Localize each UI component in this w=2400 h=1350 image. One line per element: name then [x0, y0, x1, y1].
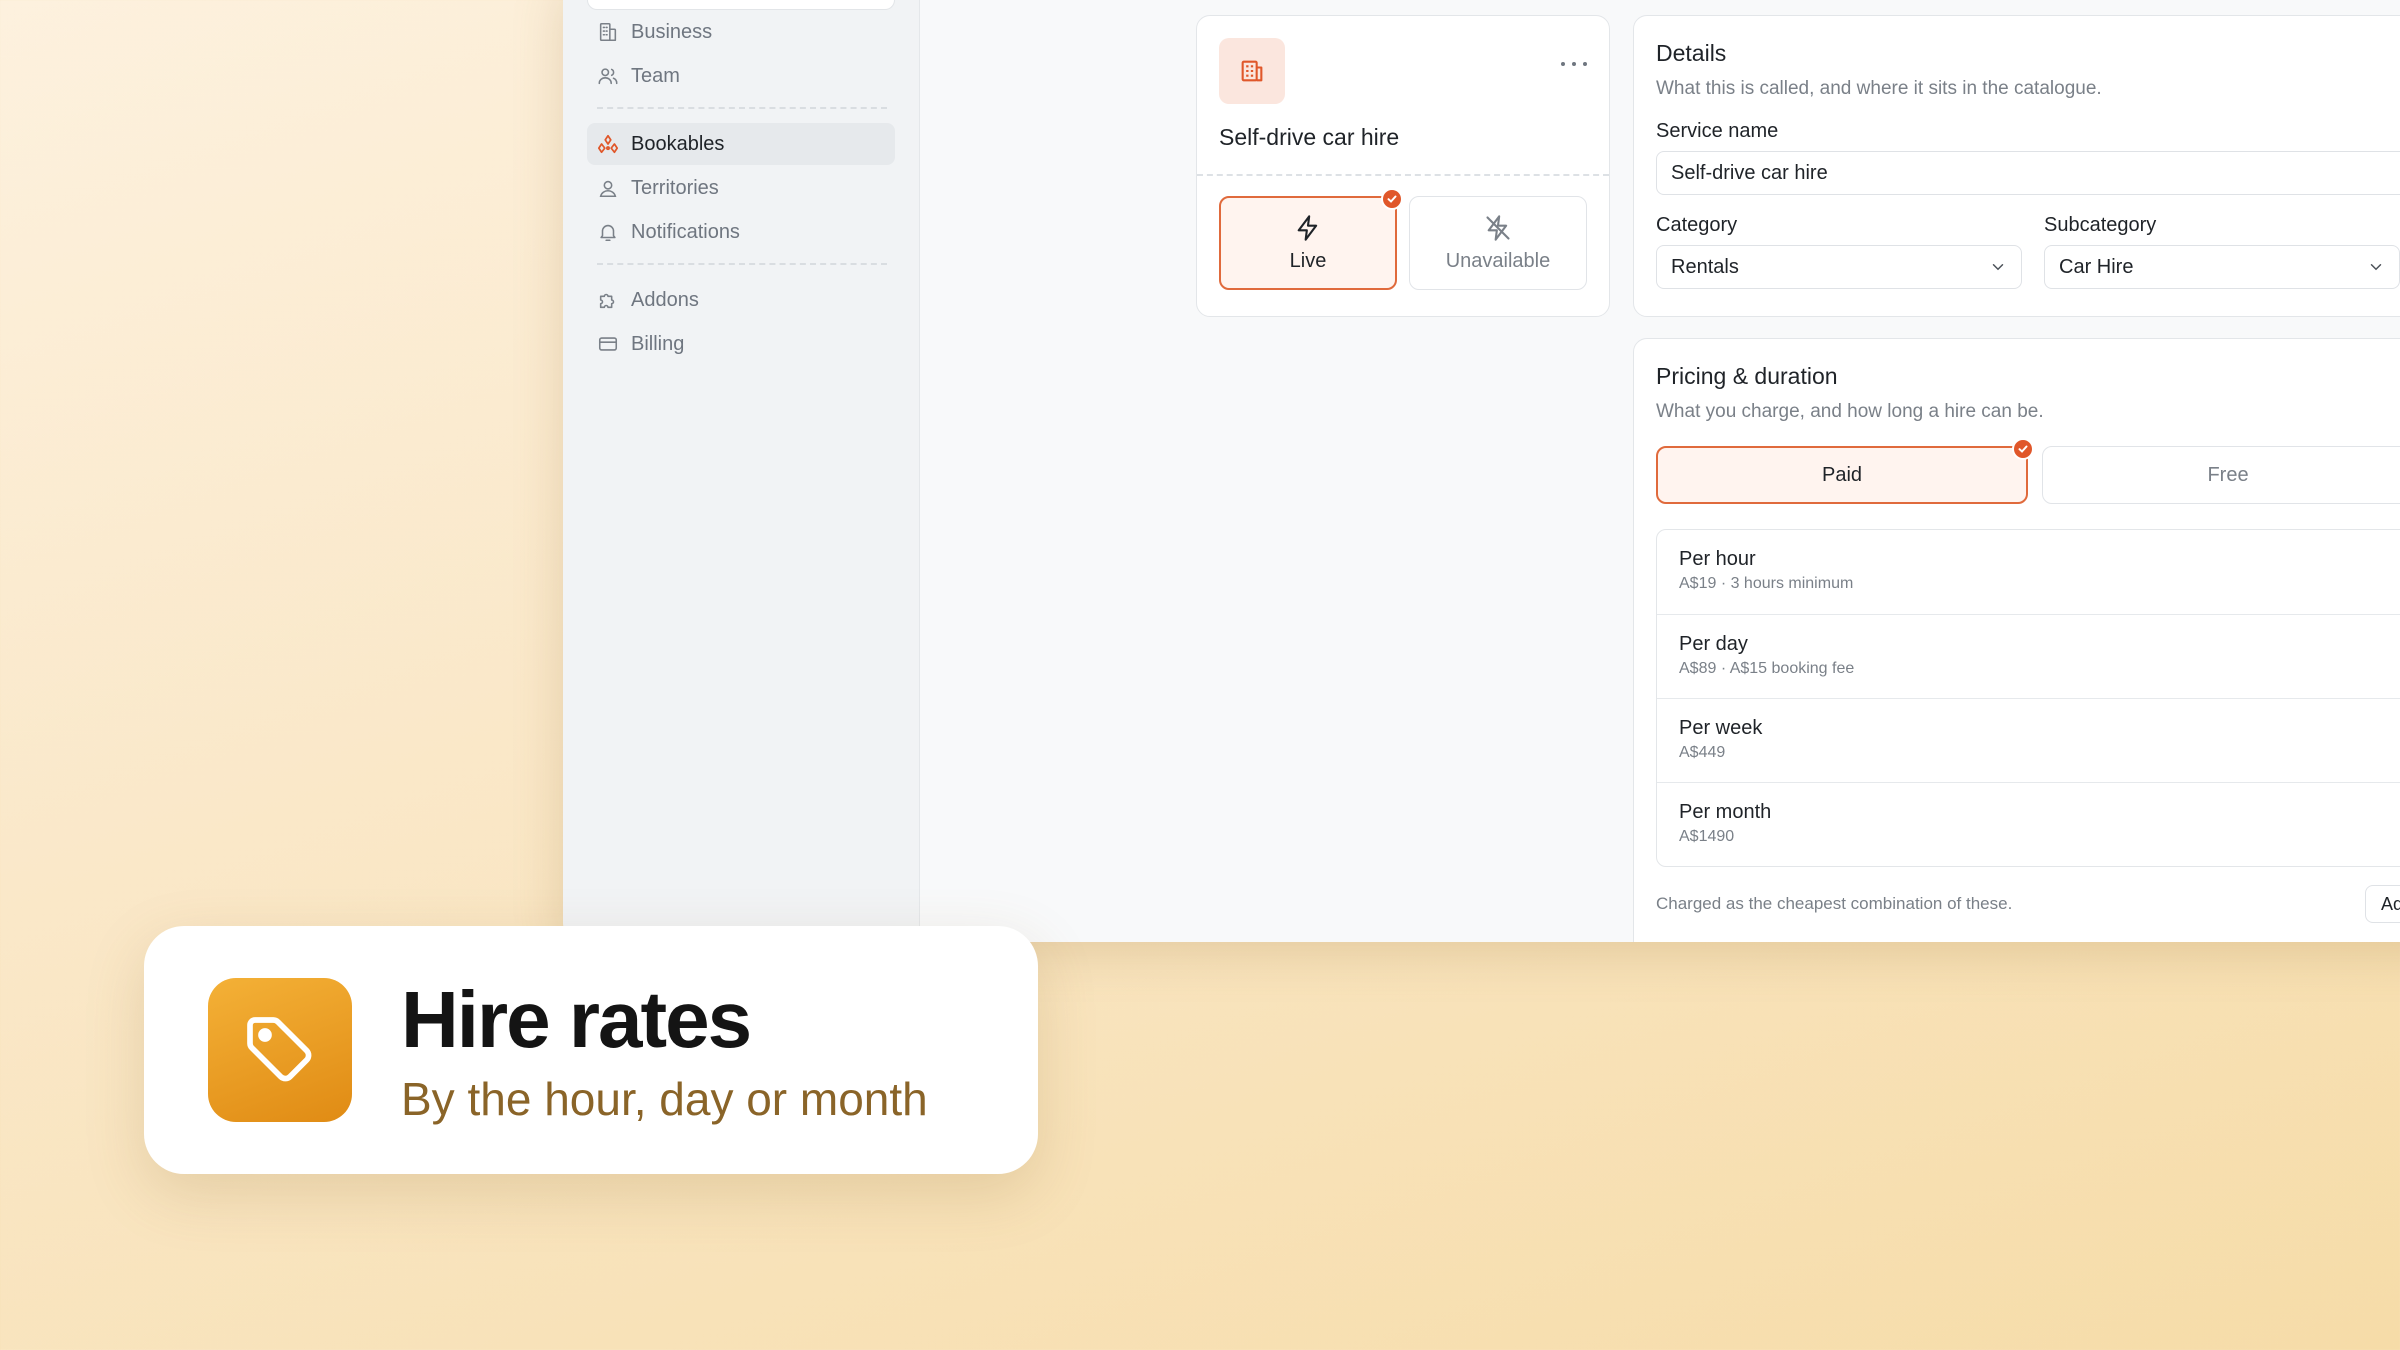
pricing-card: Pricing & duration What you charge, and …: [1633, 338, 2400, 942]
rate-title: Per hour: [1679, 548, 1756, 570]
sidebar-item-label: Notifications: [631, 220, 740, 243]
rate-row-per-day[interactable]: Per day A$89 · A$15 booking fee: [1657, 614, 2400, 698]
service-name: Self-drive car hire: [1219, 124, 1400, 150]
pricing-free-option[interactable]: Free: [2042, 446, 2400, 504]
status-unavailable-label: Unavailable: [1445, 249, 1551, 272]
building-icon: [599, 22, 617, 42]
rate-row-per-week[interactable]: Per week A$449: [1657, 698, 2400, 782]
map-pin-user-icon: [599, 180, 617, 198]
details-subtitle: What this is called, and where it sits i…: [1656, 78, 2102, 99]
rate-title: Per day: [1679, 633, 1748, 655]
feature-subtitle: By the hour, day or month: [401, 1073, 928, 1125]
rate-detail: A$1490: [1679, 828, 1735, 845]
pricing-paid-option[interactable]: Paid: [1656, 438, 2034, 504]
sidebar-item-label: Addons: [631, 288, 699, 311]
chevron-down-icon: [1992, 264, 2004, 271]
card-divider: [1197, 174, 1609, 176]
tag-icon: [247, 1017, 312, 1082]
sidebar-search-field[interactable]: [587, 0, 895, 10]
bell-icon: [600, 224, 616, 242]
service-card: Self-drive car hire Live Unavailable: [1196, 15, 1610, 317]
selected-check-icon: [1381, 188, 1403, 210]
rate-title: Per week: [1679, 717, 1763, 739]
rate-title: Per month: [1679, 801, 1772, 823]
feature-callout: Hire rates By the hour, day or month: [144, 926, 1038, 1174]
sidebar-item-label: Billing: [631, 332, 685, 355]
sidebar-item-label: Bookables: [631, 132, 725, 155]
sidebar-item-team[interactable]: Team: [587, 55, 895, 97]
service-name-value: Self-drive car hire: [1671, 161, 1828, 184]
bookables-icon: [597, 134, 619, 154]
pricing-title: Pricing & duration: [1656, 363, 1838, 389]
app-window: Business Team Bookables Territories Noti…: [563, 0, 2400, 942]
details-card: Details What this is called, and where i…: [1633, 15, 2400, 317]
status-live-option[interactable]: Live: [1219, 188, 1403, 290]
sidebar: Business Team Bookables Territories Noti…: [563, 0, 920, 942]
subcategory-value: Car Hire: [2059, 255, 2134, 278]
service-name-label: Service name: [1656, 120, 1779, 142]
pricing-subtitle: What you charge, and how long a hire can…: [1656, 401, 2044, 422]
details-title: Details: [1656, 40, 1727, 66]
chevron-down-icon: [2370, 264, 2382, 271]
sidebar-item-business[interactable]: Business: [587, 11, 895, 53]
sidebar-divider: [597, 107, 887, 109]
sidebar-item-notifications[interactable]: Notifications: [587, 211, 895, 253]
lightning-off-icon: [1486, 214, 1510, 241]
sidebar-item-billing[interactable]: Billing: [587, 323, 895, 365]
sidebar-item-addons[interactable]: Addons: [587, 279, 895, 321]
category-select[interactable]: Rentals: [1656, 245, 2022, 289]
lightning-icon: [1297, 214, 1318, 241]
rates-list: Per hour A$19 · 3 hours minimum Per day …: [1656, 529, 2400, 867]
service-name-input[interactable]: Self-drive car hire: [1656, 151, 2400, 195]
subcategory-select[interactable]: Car Hire: [2044, 245, 2400, 289]
sidebar-item-label: Team: [631, 64, 680, 87]
selected-check-icon: [2012, 438, 2034, 460]
feature-title: Hire rates: [401, 975, 752, 1064]
status-unavailable-option[interactable]: Unavailable: [1409, 196, 1587, 290]
service-thumbnail: [1219, 38, 1285, 104]
rate-row-per-hour[interactable]: Per hour A$19 · 3 hours minimum: [1657, 530, 2400, 614]
category-value: Rentals: [1671, 255, 1739, 278]
sidebar-divider: [597, 263, 887, 265]
category-label: Category: [1656, 214, 1738, 236]
status-live-label: Live: [1289, 249, 1327, 272]
sidebar-item-label: Business: [631, 20, 713, 43]
add-price-button[interactable]: Add Price: [2365, 885, 2400, 923]
pricing-paid-label: Paid: [1821, 463, 1863, 486]
building-icon: [1241, 60, 1263, 82]
pricing-free-label: Free: [2207, 463, 2249, 486]
puzzle-icon: [599, 293, 615, 309]
pricing-footnote: Charged as the cheapest combination of t…: [1656, 894, 2013, 913]
users-icon: [598, 68, 618, 85]
feature-icon-tile: [208, 978, 352, 1122]
rate-detail: A$19 · 3 hours minimum: [1679, 575, 1854, 592]
rate-detail: A$449: [1679, 744, 1726, 761]
rate-detail: A$89 · A$15 booking fee: [1679, 660, 1855, 677]
credit-card-icon: [598, 337, 618, 351]
service-menu-button[interactable]: [1561, 54, 1587, 74]
sidebar-item-label: Territories: [631, 176, 719, 199]
subcategory-label: Subcategory: [2044, 214, 2157, 236]
sidebar-item-territories[interactable]: Territories: [587, 167, 895, 209]
sidebar-item-bookables[interactable]: Bookables: [587, 123, 895, 165]
rate-row-per-month[interactable]: Per month A$1490: [1657, 782, 2400, 866]
